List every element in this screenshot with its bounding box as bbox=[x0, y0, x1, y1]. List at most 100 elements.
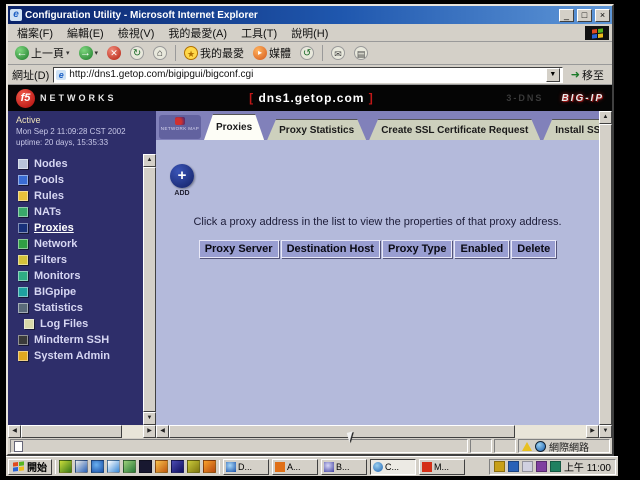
tray-icon[interactable] bbox=[508, 461, 519, 472]
column-delete[interactable]: Delete bbox=[511, 240, 556, 258]
menu-help[interactable]: 說明(H) bbox=[284, 24, 335, 42]
tab-proxies[interactable]: Proxies bbox=[204, 114, 264, 140]
task-button-3[interactable]: B... bbox=[321, 459, 367, 475]
sidebar-item-nats[interactable]: NATs bbox=[8, 204, 143, 220]
history-button[interactable]: ↺ bbox=[297, 45, 317, 61]
quick-launch-icon[interactable] bbox=[203, 460, 216, 473]
mail-button[interactable]: ✉ bbox=[328, 45, 348, 61]
print-button[interactable]: ▤ bbox=[351, 45, 371, 61]
quick-launch-icon[interactable] bbox=[187, 460, 200, 473]
go-button[interactable]: ➜ 移至 bbox=[567, 67, 608, 83]
scroll-left-icon[interactable]: ◀ bbox=[8, 425, 21, 438]
scroll-right-icon[interactable]: ▶ bbox=[143, 425, 156, 438]
quick-launch-icon[interactable] bbox=[59, 460, 72, 473]
task-button-configuration-utility[interactable]: C... bbox=[370, 459, 416, 475]
system-admin-icon bbox=[18, 351, 28, 361]
title-bar[interactable]: e Configuration Utility - Microsoft Inte… bbox=[8, 6, 612, 24]
scrollbar-track[interactable] bbox=[122, 425, 143, 438]
forward-button[interactable]: → ▾ bbox=[76, 45, 102, 61]
network-map-button[interactable]: NETWORK MAP bbox=[159, 115, 201, 139]
quick-launch-icon[interactable] bbox=[155, 460, 168, 473]
minimize-button[interactable]: _ bbox=[559, 9, 574, 22]
close-button[interactable]: × bbox=[595, 9, 610, 22]
quick-launch-icon[interactable] bbox=[171, 460, 184, 473]
scrollbar-thumb[interactable] bbox=[169, 425, 515, 438]
column-destination-host[interactable]: Destination Host bbox=[281, 240, 380, 258]
sidebar-item-proxies[interactable]: Proxies bbox=[8, 220, 143, 236]
sidebar-item-rules[interactable]: Rules bbox=[8, 188, 143, 204]
tray-icon[interactable] bbox=[522, 461, 533, 472]
scrollbar-thumb[interactable] bbox=[143, 167, 156, 412]
sidebar-item-filters[interactable]: Filters bbox=[8, 252, 143, 268]
menu-view[interactable]: 檢視(V) bbox=[111, 24, 162, 42]
forward-dropdown-icon[interactable]: ▾ bbox=[95, 49, 99, 57]
sidebar-item-bigpipe[interactable]: BIGpipe bbox=[8, 284, 143, 300]
statistics-icon bbox=[18, 303, 28, 313]
main-horizontal-scrollbar[interactable]: ◀ ▶ bbox=[156, 425, 599, 438]
refresh-button[interactable]: ↻ bbox=[127, 45, 147, 61]
task-button-5[interactable]: M... bbox=[419, 459, 465, 475]
main-vertical-scrollbar[interactable]: ▲ ▼ bbox=[599, 111, 612, 438]
menu-file[interactable]: 檔案(F) bbox=[10, 24, 60, 42]
media-button[interactable]: ▸ 媒體 bbox=[250, 44, 294, 62]
quick-launch-icon[interactable] bbox=[91, 460, 104, 473]
stop-button[interactable]: ✕ bbox=[104, 45, 124, 61]
address-label: 網址(D) bbox=[12, 67, 49, 83]
sidebar-item-network[interactable]: Network bbox=[8, 236, 143, 252]
sidebar-item-nodes[interactable]: Nodes bbox=[8, 156, 143, 172]
maximize-button[interactable]: □ bbox=[577, 9, 592, 22]
menu-edit[interactable]: 編輯(E) bbox=[60, 24, 111, 42]
sidebar-horizontal-scrollbar[interactable]: ◀ ▶ bbox=[8, 425, 156, 438]
task-button-2[interactable]: A... bbox=[272, 459, 318, 475]
sidebar-item-mindterm-ssh[interactable]: Mindterm SSH bbox=[8, 332, 143, 348]
sidebar-item-monitors[interactable]: Monitors bbox=[8, 268, 143, 284]
sidebar-vertical-scrollbar[interactable]: ▲ ▼ bbox=[143, 154, 156, 425]
start-button[interactable]: 開始 bbox=[8, 459, 52, 475]
back-dropdown-icon[interactable]: ▾ bbox=[66, 49, 70, 57]
scrollbar-thumb[interactable] bbox=[599, 124, 612, 425]
scroll-down-icon[interactable]: ▼ bbox=[599, 425, 612, 438]
menu-favorites[interactable]: 我的最愛(A) bbox=[161, 24, 234, 42]
quick-launch-icon[interactable] bbox=[139, 460, 152, 473]
favorites-button[interactable]: ★ 我的最愛 bbox=[181, 44, 247, 62]
sidebar-item-statistics[interactable]: Statistics bbox=[8, 300, 143, 316]
quick-launch-icon[interactable] bbox=[123, 460, 136, 473]
scrollbar-thumb[interactable] bbox=[21, 425, 122, 438]
tray-icon[interactable] bbox=[494, 461, 505, 472]
network-map-icon bbox=[175, 117, 185, 125]
scrollbar-track[interactable] bbox=[515, 425, 586, 438]
tab-create-ssl-certificate-request[interactable]: Create SSL Certificate Request bbox=[369, 119, 540, 140]
taskbar: 開始 D... A... B... C... M... 上午 11:00 bbox=[6, 456, 618, 476]
menu-tools[interactable]: 工具(T) bbox=[234, 24, 284, 42]
tray-icon[interactable] bbox=[550, 461, 561, 472]
quick-launch-bar bbox=[59, 460, 216, 473]
url-input[interactable] bbox=[69, 69, 543, 80]
url-dropdown-icon[interactable]: ▼ bbox=[546, 68, 560, 82]
tray-icon[interactable] bbox=[536, 461, 547, 472]
tab-bar: NETWORK MAP Proxies Proxy Statistics Cre… bbox=[156, 111, 599, 140]
sidebar-item-system-admin[interactable]: System Admin bbox=[8, 348, 143, 364]
scroll-up-icon[interactable]: ▲ bbox=[143, 154, 156, 167]
home-button[interactable]: ⌂ bbox=[150, 45, 170, 61]
back-button[interactable]: ← 上一頁 ▾ bbox=[12, 44, 73, 62]
sidebar-item-pools[interactable]: Pools bbox=[8, 172, 143, 188]
task-button-1[interactable]: D... bbox=[223, 459, 269, 475]
column-proxy-type[interactable]: Proxy Type bbox=[382, 240, 453, 258]
bracket-right: ] bbox=[369, 91, 374, 105]
scroll-left-icon[interactable]: ◀ bbox=[156, 425, 169, 438]
page-favicon: e bbox=[56, 70, 66, 80]
tab-proxy-statistics[interactable]: Proxy Statistics bbox=[267, 119, 366, 140]
sidebar-item-log-files[interactable]: Log Files bbox=[8, 316, 143, 332]
tab-install-ssl-certificate[interactable]: Install SSL Certifi bbox=[543, 119, 599, 140]
scroll-down-icon[interactable]: ▼ bbox=[143, 412, 156, 425]
status-bar: 網際網路 bbox=[8, 438, 612, 454]
add-proxy-button[interactable]: + bbox=[170, 164, 194, 188]
quick-launch-icon[interactable] bbox=[107, 460, 120, 473]
column-enabled[interactable]: Enabled bbox=[454, 240, 509, 258]
task-icon bbox=[226, 462, 236, 472]
scroll-right-icon[interactable]: ▶ bbox=[586, 425, 599, 438]
quick-launch-icon[interactable] bbox=[75, 460, 88, 473]
scroll-up-icon[interactable]: ▲ bbox=[599, 111, 612, 124]
ie-window-icon: e bbox=[10, 9, 22, 21]
column-proxy-server[interactable]: Proxy Server bbox=[199, 240, 279, 258]
